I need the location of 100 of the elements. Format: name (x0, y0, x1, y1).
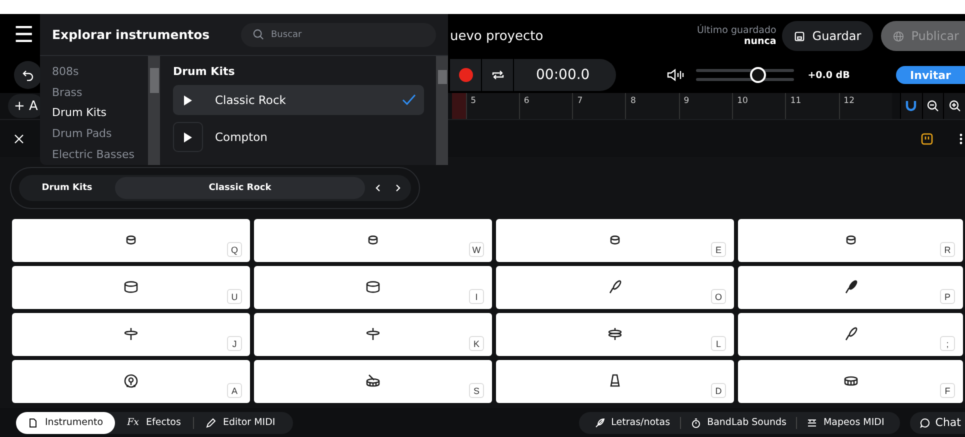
section-title: Drum Kits (173, 65, 236, 78)
scrollbar[interactable] (436, 56, 448, 165)
bottom-tab[interactable]: Instrumento (16, 412, 116, 434)
magnet-button[interactable] (900, 93, 922, 119)
category-item[interactable]: Electric Basses (52, 144, 148, 165)
play-icon[interactable] (183, 94, 193, 106)
key-label: Q (227, 242, 242, 257)
key-label: O (711, 289, 726, 304)
bottom-tab[interactable]: Editor MIDI (194, 412, 288, 434)
key-label: S (469, 383, 484, 398)
check-icon (402, 94, 416, 106)
instrument-category[interactable]: Drum Kits (19, 183, 115, 193)
drum-pad[interactable]: D (496, 360, 734, 403)
chevron-right-icon (394, 184, 402, 192)
project-title: uevo proyecto (450, 28, 544, 44)
loop-icon (490, 68, 504, 82)
category-item[interactable]: Drum Kits (52, 102, 148, 124)
chat-icon (920, 418, 930, 428)
key-label: W (469, 242, 484, 257)
bottom-tab[interactable]: Fx Efectos (115, 412, 193, 434)
loop-region (452, 93, 466, 119)
last-saved-label: Último guardado (696, 25, 776, 36)
toolbar-button[interactable]: Mapeos MIDI (799, 417, 892, 428)
drum-pad[interactable]: I (254, 266, 492, 309)
save-button[interactable]: Guardar (782, 21, 874, 51)
snare-drum-icon (365, 373, 381, 389)
cymbal-icon (842, 326, 858, 342)
time-display: 00:00.0 (535, 67, 591, 83)
keyboard-icon (807, 418, 818, 428)
close-icon[interactable] (14, 134, 24, 144)
drum-pad[interactable]: A (12, 360, 250, 403)
record-icon (458, 68, 472, 82)
drum-pad[interactable]: J (12, 313, 250, 356)
drum-pad[interactable]: ; (738, 313, 963, 356)
bass-drum-icon (123, 373, 139, 389)
play-icon[interactable] (183, 132, 193, 142)
category-item[interactable]: 808s (52, 61, 148, 82)
drum-pad[interactable]: S (254, 360, 492, 403)
key-label: D (711, 383, 726, 398)
zoom-in-button[interactable] (943, 93, 965, 119)
chevron-left-icon (374, 184, 382, 192)
panel-title: Explorar instrumentos (52, 27, 210, 42)
hi-hat-icon (365, 326, 381, 342)
undo-icon (22, 69, 34, 81)
drum-pad[interactable]: U (12, 266, 250, 309)
drum-pad[interactable]: P (738, 266, 963, 309)
key-label: P (940, 289, 955, 304)
volume-reading: +0.0 dB (808, 70, 850, 80)
instrument-icon (28, 418, 38, 428)
last-saved-value: nunca (744, 36, 776, 47)
hi-hat-icon (607, 326, 623, 342)
cymbal-icon (842, 279, 858, 295)
preset-item[interactable]: Classic Rock (173, 85, 424, 115)
feather-icon (595, 418, 606, 428)
category-item[interactable]: Brass (52, 82, 148, 103)
chat-button[interactable]: Chat (910, 412, 965, 434)
globe-icon (893, 30, 904, 42)
drum-pad[interactable]: F (738, 360, 963, 403)
key-label: L (711, 336, 726, 351)
key-label: J (227, 336, 242, 351)
save-icon (794, 30, 806, 42)
drum-pad[interactable]: L (496, 313, 734, 356)
key-label: E (711, 242, 726, 257)
key-label: ; (940, 336, 955, 351)
instrument-preset[interactable]: Classic Rock (115, 177, 365, 199)
drum-pad[interactable]: Q (12, 219, 250, 262)
volume-icon[interactable] (666, 68, 686, 82)
toolbar-button[interactable]: Letras/notas (587, 417, 678, 428)
zoom-in-icon (948, 100, 961, 112)
drum-pad[interactable]: R (738, 219, 963, 262)
key-label: K (469, 336, 484, 351)
preset-item[interactable]: Compton (173, 122, 424, 152)
search-field[interactable]: Buscar (241, 22, 436, 46)
cymbal-icon (607, 279, 623, 295)
zoom-out-icon (926, 100, 939, 112)
zoom-out-button[interactable] (922, 93, 944, 119)
scrollbar[interactable] (148, 56, 160, 165)
category-item[interactable]: Drum Pads (52, 123, 148, 144)
toolbar-button[interactable]: BandLab Sounds (683, 417, 794, 428)
drum-pad[interactable]: K (254, 313, 492, 356)
pencil-icon (206, 418, 216, 428)
key-label: A (227, 383, 242, 398)
key-label: F (940, 383, 955, 398)
key-label: U (227, 289, 242, 304)
magnet-icon (905, 100, 918, 112)
key-label: I (469, 289, 484, 304)
undo-button[interactable] (14, 61, 42, 89)
drum-pad[interactable]: O (496, 266, 734, 309)
menu-icon[interactable]: ☰ (14, 25, 40, 47)
hi-hat-icon (123, 326, 139, 342)
drum-icon (365, 279, 381, 295)
search-icon (253, 28, 264, 40)
volume-slider[interactable] (696, 69, 794, 81)
key-label: R (940, 242, 955, 257)
drum-pad[interactable]: E (496, 219, 734, 262)
drum-icon (123, 279, 139, 295)
timer-icon (691, 418, 702, 428)
pad-view-icon[interactable] (921, 132, 933, 144)
drum-pad[interactable]: W (254, 219, 492, 262)
more-icon[interactable] (959, 132, 963, 144)
